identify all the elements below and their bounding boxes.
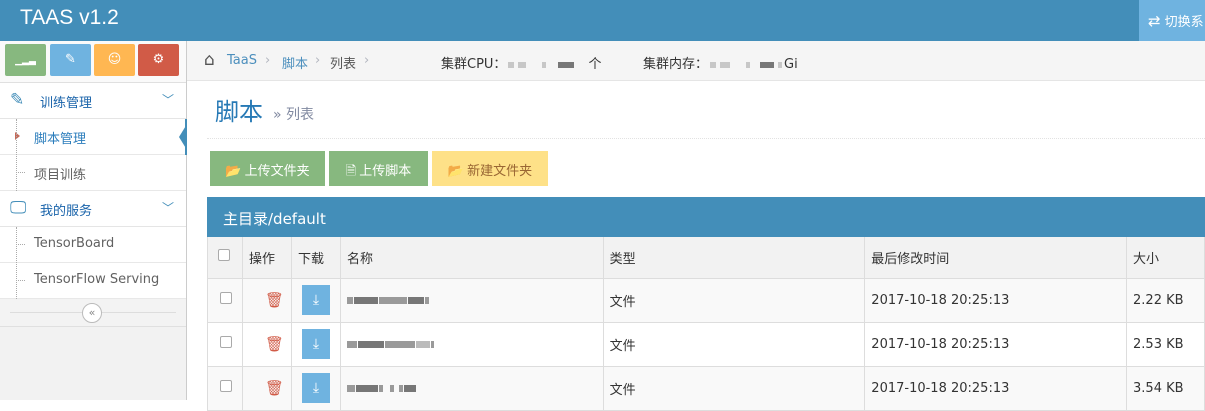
sidebar-item-label: 项目训练 [34,168,87,183]
chevron-down-icon: ﹀ [161,201,174,215]
select-all-cell [207,237,243,279]
file-name-cell[interactable] [339,321,604,367]
table-row: 🗑 ⤓ 文件 2017-10-18 20:25:13 2.22 KB [207,277,1205,323]
sidebar-item-tensorflow-serving[interactable]: TensorFlow Serving [0,263,186,299]
file-size-cell: 2.22 KB [1126,277,1205,323]
sidebar-item-tensorboard[interactable]: TensorBoard [0,227,186,263]
sidebar: ▁▂▃ ✎ ☺ ⚙ ✎ 训练管理 ﹀ 脚本管理 项目训练 🖵 我的服务 ﹀ Te… [0,41,187,400]
shortcut-stats-button[interactable]: ▁▂▃ [5,44,46,76]
trash-icon[interactable]: 🗑 [265,291,284,309]
file-type-cell: 文件 [602,277,866,323]
file-modified-cell: 2017-10-18 20:25:13 [864,365,1128,411]
page-subtitle: » 列表 [273,107,315,123]
new-folder-label: 新建文件夹 [467,164,533,179]
download-icon: ⤓ [312,336,320,352]
file-modified-cell: 2017-10-18 20:25:13 [864,321,1128,367]
app-brand[interactable]: TAAS v1.2 [20,6,119,30]
table-row: 🗑 ⤓ 文件 2017-10-18 20:25:13 2.53 KB [207,321,1205,367]
breadcrumb-item-script[interactable]: 脚本 [282,53,308,72]
column-header-actions: 操作 [241,237,292,279]
users-icon: ☺ [107,52,122,67]
shortcut-settings-button[interactable]: ⚙ [138,44,179,76]
download-icon: ⤓ [312,380,320,396]
breadcrumb-separator-icon: › [315,53,321,68]
download-button[interactable]: ⤓ [301,285,330,315]
switch-system-button[interactable]: ⇄ 切换系 [1139,0,1205,41]
sidebar-collapse-bar: « [0,299,186,327]
upload-folder-label: 上传文件夹 [244,164,310,179]
file-name-cell[interactable] [339,365,604,411]
column-header-type[interactable]: 类型 [602,237,866,279]
page-title: 脚本 [215,98,263,126]
row-checkbox[interactable] [220,380,232,392]
row-checkbox[interactable] [220,336,232,348]
sidebar-item-script-management[interactable]: 脚本管理 [0,119,187,155]
home-icon[interactable]: ⌂ [204,50,215,70]
signal-icon: ▁▂▃ [15,56,36,66]
sidebar-item-project-training[interactable]: 项目训练 [0,155,186,191]
breadcrumb-item-taas[interactable]: TaaS [227,53,257,68]
row-checkbox[interactable] [220,292,232,304]
cluster-cpu-unit: 个 [588,57,602,72]
cluster-memory-stat: 集群内存： Gi [643,53,798,72]
pencil-icon: ✎ [65,52,76,67]
folder-open-icon: 📂 [447,164,465,179]
breadcrumb: ⌂ TaaS › 脚本 › 列表 › 集群CPU： 个 集群内存： Gi [187,41,1205,81]
shortcut-edit-button[interactable]: ✎ [50,44,91,76]
file-type-cell: 文件 [602,321,866,367]
table-row: 🗑 ⤓ 文件 2017-10-18 20:25:13 3.54 KB [207,365,1205,411]
double-angle-left-icon[interactable]: « [82,303,102,323]
trash-icon[interactable]: 🗑 [265,379,284,397]
sidebar-menu-training[interactable]: ✎ 训练管理 ﹀ [0,83,186,119]
table-header-row: 操作 下载 名称 类型 最后修改时间 大小 [207,237,1205,279]
folder-open-icon: 📂 [225,164,242,179]
column-header-size[interactable]: 大小 [1126,237,1205,279]
column-header-name[interactable]: 名称 [339,237,604,279]
breadcrumb-separator-icon: › [364,53,370,68]
upload-folder-button[interactable]: 📂 上传文件夹 [210,151,325,186]
desktop-icon: 🖵 [10,198,27,218]
table-path-header: 主目录/default [207,197,1205,237]
upload-script-label: 上传脚本 [359,164,412,179]
cluster-cpu-label: 集群CPU： [441,57,507,72]
edit-icon: ✎ [10,90,25,110]
trash-icon[interactable]: 🗑 [265,335,284,353]
exchange-icon: ⇄ [1148,12,1161,30]
cluster-memory-label: 集群内存： [643,57,709,72]
file-size-cell: 2.53 KB [1126,321,1205,367]
sidebar-shortcuts: ▁▂▃ ✎ ☺ ⚙ [0,41,186,83]
sidebar-menu-services[interactable]: 🖵 我的服务 ﹀ [0,191,186,227]
file-icon: 🗎 [345,164,357,179]
cluster-memory-unit: Gi [784,57,798,72]
file-size-cell: 3.54 KB [1126,365,1205,411]
download-button[interactable]: ⤓ [301,373,330,403]
sidebar-item-label: TensorBoard [34,236,115,251]
sidebar-menu-label: 训练管理 [40,96,93,111]
breadcrumb-separator-icon: › [265,53,271,68]
file-name-cell[interactable] [339,277,604,323]
chevron-down-icon: ﹀ [161,93,174,107]
select-all-checkbox[interactable] [218,249,230,262]
column-header-modified[interactable]: 最后修改时间 [864,237,1128,279]
cluster-cpu-stat: 集群CPU： 个 [441,53,601,72]
upload-script-button[interactable]: 🗎 上传脚本 [329,151,428,186]
new-folder-button[interactable]: 📂 新建文件夹 [432,151,548,186]
top-navbar: TAAS v1.2 ⇄ 切换系 [0,0,1205,41]
switch-label: 切换系 [1164,15,1204,30]
download-icon: ⤓ [312,292,320,308]
sidebar-menu-label: 我的服务 [40,204,93,219]
download-button[interactable]: ⤓ [301,329,330,359]
sidebar-item-label: 脚本管理 [34,132,87,147]
file-type-cell: 文件 [602,365,866,411]
file-modified-cell: 2017-10-18 20:25:13 [864,277,1128,323]
caret-right-icon [15,132,20,140]
sidebar-item-label: TensorFlow Serving [34,272,160,287]
page-header: 脚本 » 列表 [215,92,314,127]
breadcrumb-item-list: 列表 [330,57,357,72]
column-header-download: 下载 [290,237,341,279]
cogs-icon: ⚙ [152,52,165,67]
shortcut-users-button[interactable]: ☺ [94,44,135,76]
file-table: 操作 下载 名称 类型 最后修改时间 大小 🗑 ⤓ 文件 2017-10-18 … [207,237,1205,411]
